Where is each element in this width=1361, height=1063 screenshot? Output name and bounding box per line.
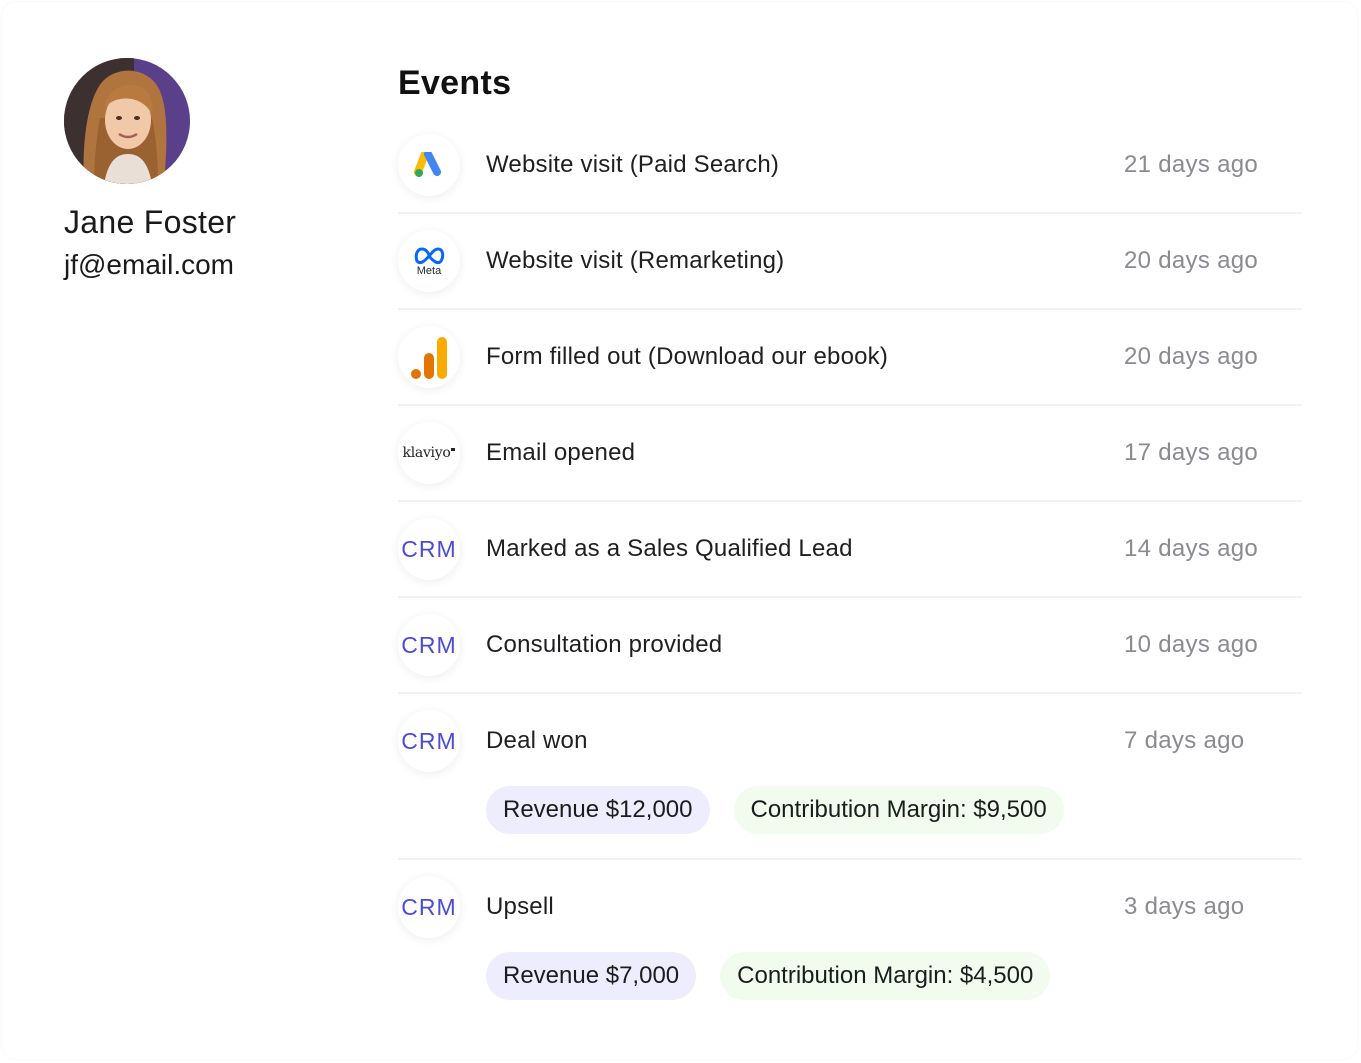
- event-item[interactable]: klaviyo Email opened 17 days ago: [398, 406, 1302, 502]
- contribution-margin-badge: Contribution Margin: $4,500: [720, 952, 1051, 1000]
- klaviyo-icon-text: klaviyo: [402, 445, 451, 461]
- contact-name: Jane Foster: [64, 204, 237, 240]
- event-label: Website visit (Paid Search): [486, 151, 780, 178]
- event-item[interactable]: CRM Consultation provided 10 days ago: [398, 598, 1302, 694]
- event-item[interactable]: Meta Website visit (Remarketing) 20 days…: [398, 214, 1302, 310]
- crm-icon: CRM: [398, 518, 460, 580]
- contact-card: Jane Foster jf@email.com Events Website …: [2, 2, 1357, 1059]
- event-item[interactable]: Form filled out (Download our ebook) 20 …: [398, 310, 1302, 406]
- events-heading: Events: [398, 64, 512, 102]
- event-time: 20 days ago: [1124, 247, 1259, 274]
- crm-icon-text: CRM: [401, 727, 457, 754]
- deal-metrics: Revenue $12,000 Contribution Margin: $9,…: [486, 786, 1064, 834]
- crm-icon: CRM: [398, 614, 460, 676]
- revenue-badge: Revenue $7,000: [486, 952, 697, 1000]
- meta-icon: Meta: [398, 230, 460, 292]
- google-analytics-icon: [398, 326, 460, 388]
- event-item[interactable]: CRM Deal won 7 days ago Revenue $12,000 …: [398, 694, 1302, 860]
- avatar: [64, 58, 190, 184]
- event-time: 14 days ago: [1124, 535, 1259, 562]
- crm-icon-text: CRM: [401, 535, 457, 562]
- event-label: Email opened: [486, 439, 636, 466]
- contact-profile: Jane Foster jf@email.com: [64, 58, 324, 282]
- event-item[interactable]: CRM Marked as a Sales Qualified Lead 14 …: [398, 502, 1302, 598]
- events-list: Website visit (Paid Search) 21 days ago …: [398, 118, 1302, 1024]
- klaviyo-icon: klaviyo: [398, 422, 460, 484]
- event-time: 3 days ago: [1124, 893, 1245, 920]
- event-time: 20 days ago: [1124, 343, 1259, 370]
- event-label: Website visit (Remarketing): [486, 247, 785, 274]
- event-item[interactable]: CRM Upsell 3 days ago Revenue $7,000 Con…: [398, 860, 1302, 1024]
- event-label: Form filled out (Download our ebook): [486, 343, 889, 370]
- event-label: Upsell: [486, 893, 554, 920]
- event-label: Deal won: [486, 727, 588, 754]
- avatar-photo: [64, 58, 190, 184]
- crm-icon: CRM: [398, 710, 460, 772]
- event-time: 21 days ago: [1124, 151, 1259, 178]
- contact-email[interactable]: jf@email.com: [64, 248, 324, 282]
- crm-icon-text: CRM: [401, 893, 457, 920]
- google-ads-icon: [398, 134, 460, 196]
- event-item[interactable]: Website visit (Paid Search) 21 days ago: [398, 118, 1302, 214]
- meta-icon-text: Meta: [416, 264, 442, 277]
- event-time: 7 days ago: [1124, 727, 1245, 754]
- crm-icon-text: CRM: [401, 631, 457, 658]
- event-time: 10 days ago: [1124, 631, 1259, 658]
- event-label: Consultation provided: [486, 631, 723, 658]
- contribution-margin-badge: Contribution Margin: $9,500: [733, 786, 1064, 834]
- event-time: 17 days ago: [1124, 439, 1259, 466]
- revenue-badge: Revenue $12,000: [486, 786, 710, 834]
- event-label: Marked as a Sales Qualified Lead: [486, 535, 853, 562]
- crm-icon: CRM: [398, 876, 460, 938]
- deal-metrics: Revenue $7,000 Contribution Margin: $4,5…: [486, 952, 1051, 1000]
